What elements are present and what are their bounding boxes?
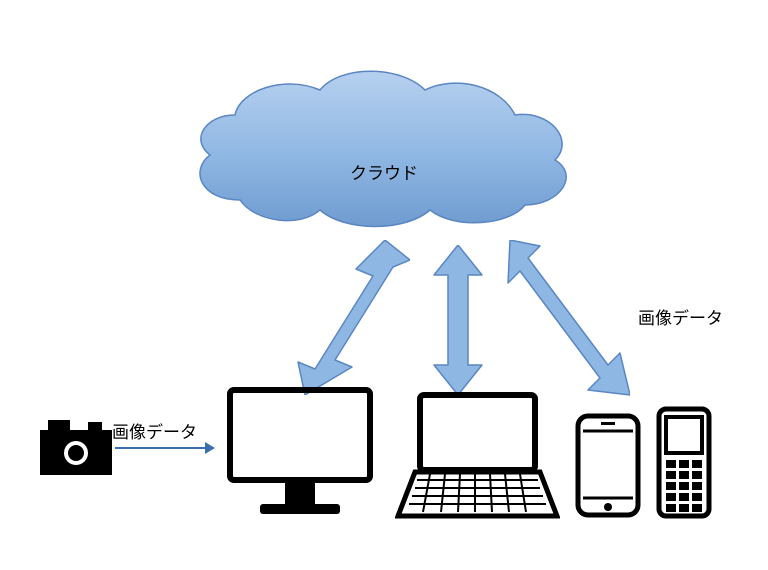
desktop-icon — [225, 385, 375, 520]
image-data-label-right: 画像データ — [638, 304, 723, 329]
cloud-label: クラウド — [350, 159, 418, 184]
arrow-cloud-phones — [490, 240, 630, 410]
camera-icon — [40, 420, 112, 475]
arrow-cloud-desktop — [280, 240, 410, 395]
laptop-icon — [395, 390, 560, 520]
arrow-cloud-laptop — [430, 245, 486, 395]
arrow-camera-desktop — [115, 438, 215, 458]
smartphone-icon — [575, 413, 641, 518]
diagram-stage: クラウド 画像データ 画像データ — [0, 0, 768, 570]
feature-phone-icon — [655, 405, 713, 520]
cloud-icon — [180, 60, 580, 250]
